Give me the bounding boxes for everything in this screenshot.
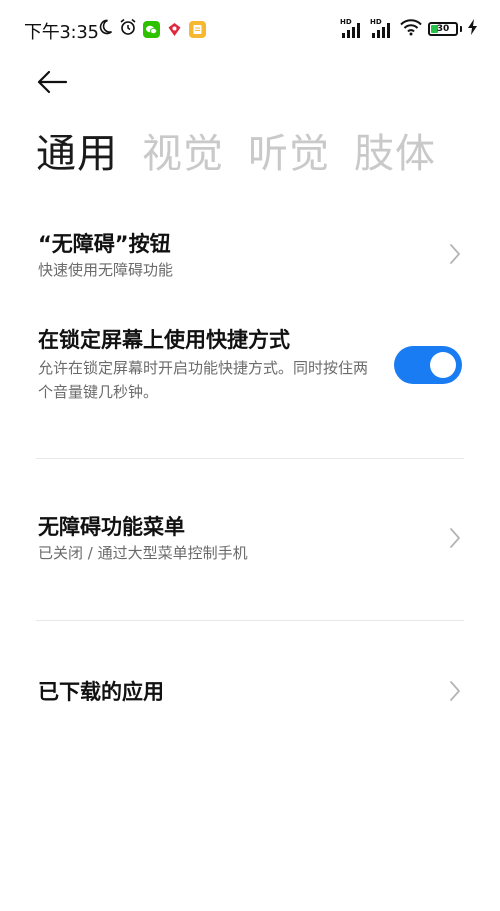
toggle-knob [430, 352, 456, 378]
chevron-right-icon [448, 243, 462, 265]
downloaded-apps-row[interactable]: 已下载的应用 [0, 670, 500, 714]
tab-hearing[interactable]: 听觉 [248, 126, 330, 182]
battery-percent: 30 [436, 23, 450, 34]
app-red-icon [166, 20, 183, 38]
alarm-icon [119, 18, 137, 40]
moon-icon [97, 19, 113, 39]
status-time: 下午3:35 [24, 22, 99, 43]
accessibility-button-row[interactable]: “无障碍”按钮 快速使用无障碍功能 [0, 222, 500, 286]
battery-icon: 30 [428, 22, 458, 36]
row-subtitle: 允许在锁定屏幕时开启功能快捷方式。同时按住两个音量键几秒钟。 [38, 359, 369, 401]
status-bar: 下午3:35 HD HD 30 [0, 0, 500, 58]
wifi-icon [400, 18, 422, 40]
row-title: “无障碍”按钮 [38, 232, 171, 256]
back-arrow-icon [36, 70, 68, 98]
app-yellow-icon [189, 20, 206, 38]
accessibility-menu-row[interactable]: 无障碍功能菜单 已关闭 / 通过大型菜单控制手机 [0, 505, 500, 569]
divider [36, 620, 464, 621]
back-button[interactable] [32, 66, 72, 102]
status-left-icons [97, 18, 206, 40]
chevron-right-icon [448, 680, 462, 702]
chevron-right-icon [448, 527, 462, 549]
row-title: 已下载的应用 [38, 680, 164, 704]
signal-icon: HD [370, 19, 394, 39]
tab-physical[interactable]: 肢体 [354, 126, 436, 182]
row-subtitle: 已关闭 / 通过大型菜单控制手机 [38, 544, 248, 562]
lockscreen-shortcut-toggle[interactable] [394, 346, 462, 384]
signal-icon: HD [340, 19, 364, 39]
tab-general[interactable]: 通用 [36, 126, 118, 182]
row-title: 在锁定屏幕上使用快捷方式 [38, 328, 290, 352]
charging-icon [468, 19, 478, 39]
row-subtitle: 快速使用无障碍功能 [38, 261, 174, 279]
battery-nub [460, 26, 462, 32]
lockscreen-shortcut-row: 在锁定屏幕上使用快捷方式 允许在锁定屏幕时开启功能快捷方式。同时按住两个音量键几… [0, 318, 500, 414]
tab-vision[interactable]: 视觉 [142, 126, 224, 182]
category-tabs: 通用 视觉 听觉 肢体 [36, 126, 436, 182]
status-right-icons: HD HD 30 [340, 18, 478, 40]
divider [36, 458, 464, 459]
row-title: 无障碍功能菜单 [38, 515, 185, 539]
wechat-icon [143, 20, 160, 38]
